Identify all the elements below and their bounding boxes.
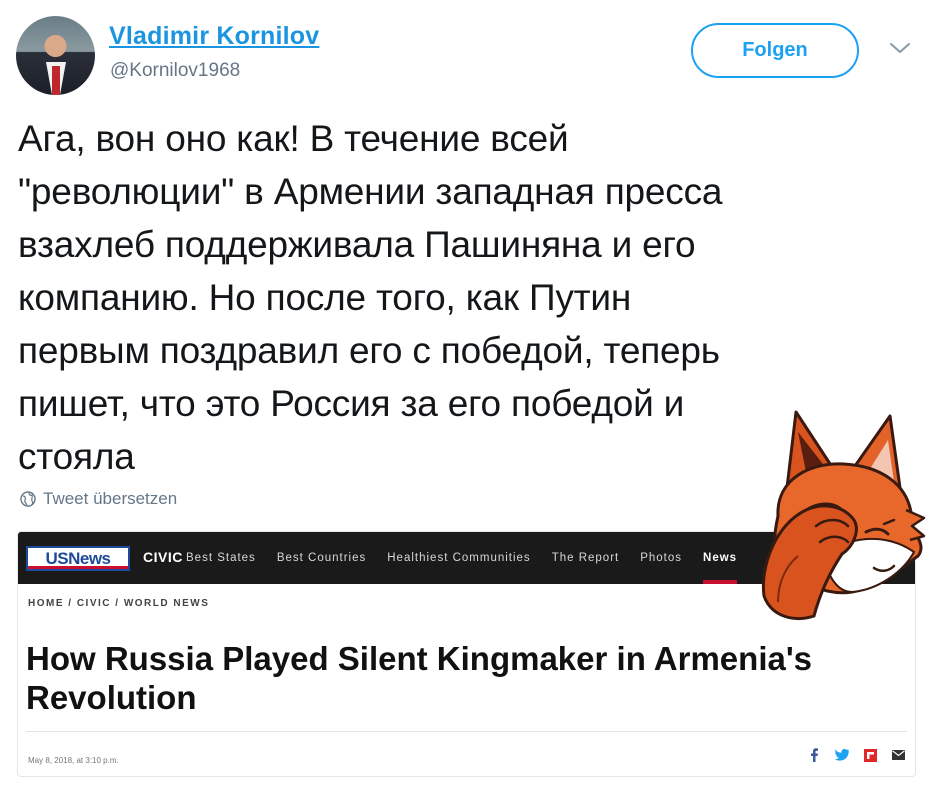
headline-line: How Russia Played Silent Kingmaker in Ar… bbox=[26, 640, 813, 677]
headline-line: Revolution bbox=[26, 679, 197, 716]
user-handle[interactable]: @Kornilov1968 bbox=[110, 60, 240, 82]
logo-stripe bbox=[28, 566, 128, 569]
article-date: May 8, 2018, at 3:10 p.m. bbox=[28, 756, 119, 765]
nav-item-healthiest-communities[interactable]: Healthiest Communities bbox=[387, 532, 530, 584]
flipboard-icon[interactable] bbox=[863, 748, 877, 762]
translate-link[interactable]: Tweet übersetzen bbox=[20, 489, 177, 509]
nav-item-best-states[interactable]: Best States bbox=[186, 532, 256, 584]
nav-item-best-countries[interactable]: Best Countries bbox=[277, 532, 366, 584]
tweet-line: первым поздравил его с победой, теперь bbox=[18, 330, 720, 371]
share-bar bbox=[807, 748, 905, 762]
avatar-tie bbox=[52, 66, 60, 95]
facepalm-fox-sticker bbox=[761, 410, 926, 620]
divider bbox=[26, 731, 907, 732]
breadcrumb[interactable]: HOME / CIVIC / WORLD NEWS bbox=[28, 598, 209, 609]
follow-button[interactable]: Folgen bbox=[691, 23, 859, 78]
tweet-line: "революции" в Армении западная пресса bbox=[18, 171, 723, 212]
facebook-icon[interactable] bbox=[807, 748, 821, 762]
translate-label: Tweet übersetzen bbox=[43, 489, 178, 508]
article-headline[interactable]: How Russia Played Silent Kingmaker in Ar… bbox=[26, 639, 906, 717]
nav-item-news[interactable]: News bbox=[703, 532, 738, 584]
nav-item-the-report[interactable]: The Report bbox=[552, 532, 620, 584]
section-label[interactable]: CIVIC bbox=[143, 549, 183, 565]
tweet-line: Ага, вон оно как! В течение всей bbox=[18, 118, 569, 159]
user-name[interactable]: Vladimir Kornilov bbox=[109, 22, 319, 51]
globe-icon bbox=[20, 491, 36, 507]
site-nav: Best States Best Countries Healthiest Co… bbox=[186, 532, 758, 584]
avatar[interactable] bbox=[16, 16, 95, 95]
usnews-logo[interactable]: USNews bbox=[26, 546, 130, 571]
chevron-down-icon[interactable] bbox=[887, 38, 913, 58]
nav-item-photos[interactable]: Photos bbox=[640, 532, 682, 584]
twitter-icon[interactable] bbox=[835, 748, 849, 762]
tweet-line: компанию. Но после того, как Путин bbox=[18, 277, 632, 318]
email-icon[interactable] bbox=[891, 748, 905, 762]
tweet-line: взахлеб поддерживала Пашиняна и его bbox=[18, 224, 696, 265]
